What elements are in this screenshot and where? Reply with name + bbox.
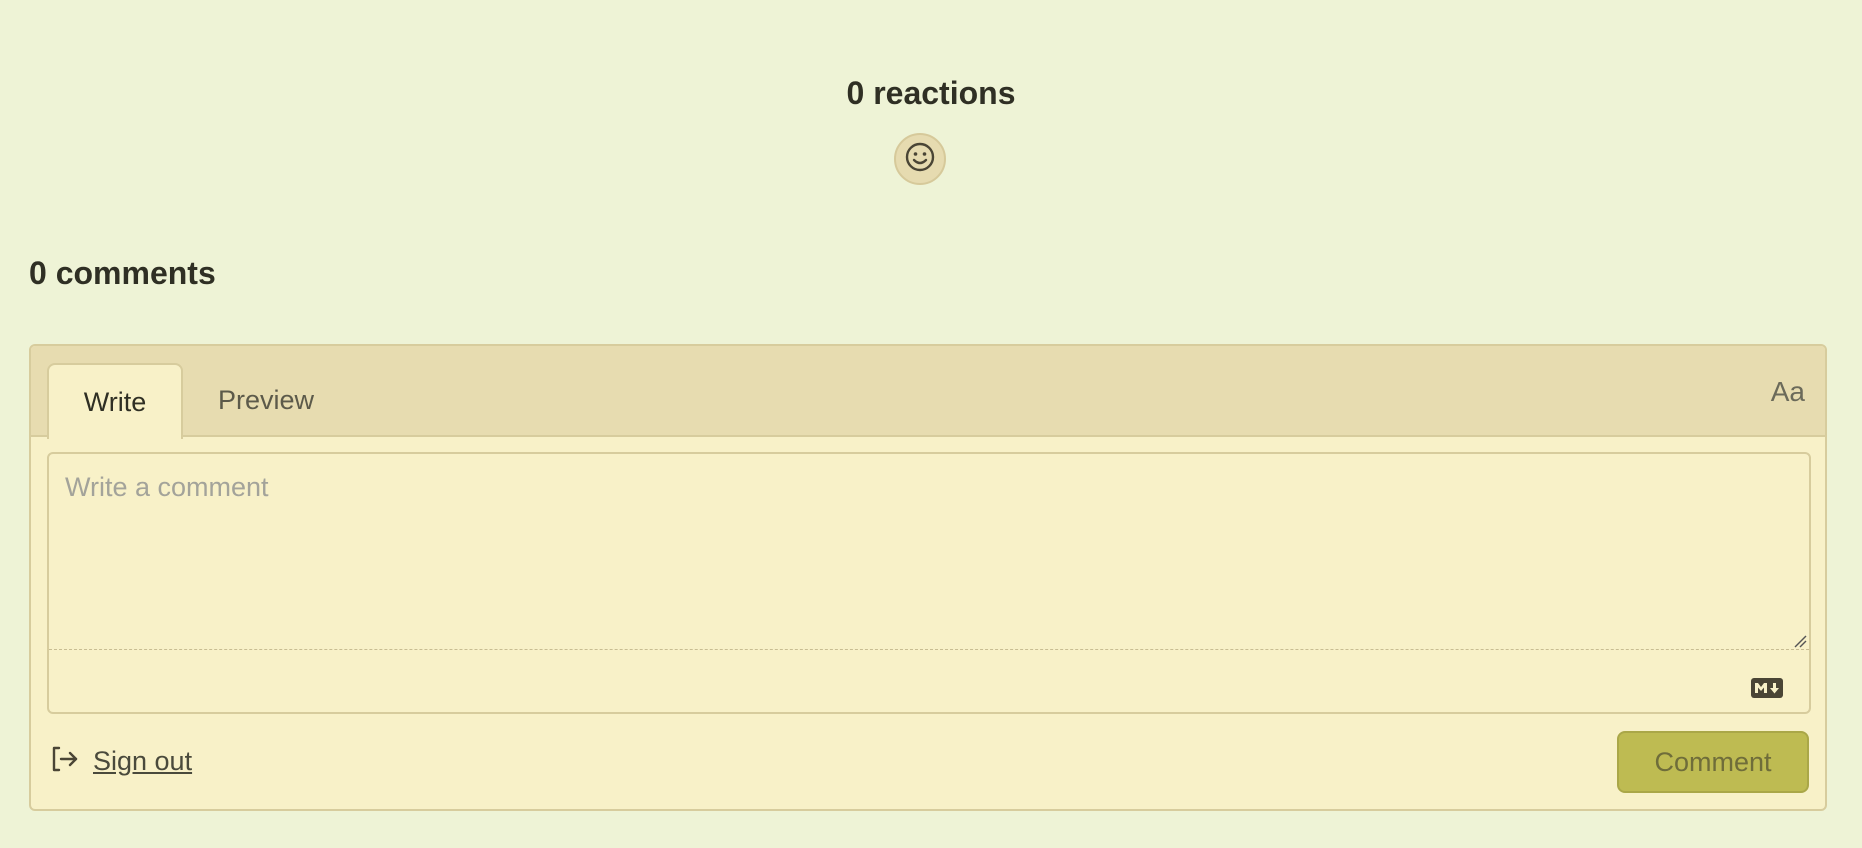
tab-write[interactable]: Write [47, 363, 183, 439]
sign-out-link[interactable]: Sign out [49, 744, 192, 779]
comments-count: 0 comments [29, 255, 216, 291]
smiley-icon [904, 141, 936, 178]
font-size-toggle[interactable]: Aa [1771, 376, 1805, 408]
reactions-count: 0 reactions [846, 75, 1016, 111]
comment-form: Write Preview Aa Sign out [29, 344, 1827, 811]
sign-out-label: Sign out [93, 746, 193, 776]
markdown-icon [1751, 678, 1783, 698]
add-reaction-button[interactable] [894, 133, 946, 185]
comment-input[interactable] [49, 454, 1809, 650]
sign-out-icon [49, 744, 79, 779]
editor-tabbar: Write Preview Aa [31, 346, 1825, 439]
comment-editor [47, 452, 1811, 714]
submit-comment-button[interactable]: Comment [1617, 731, 1809, 793]
resize-handle-icon[interactable] [1793, 634, 1807, 648]
tab-preview[interactable]: Preview [191, 363, 341, 437]
reactions-section: 0 reactions [0, 70, 1862, 116]
